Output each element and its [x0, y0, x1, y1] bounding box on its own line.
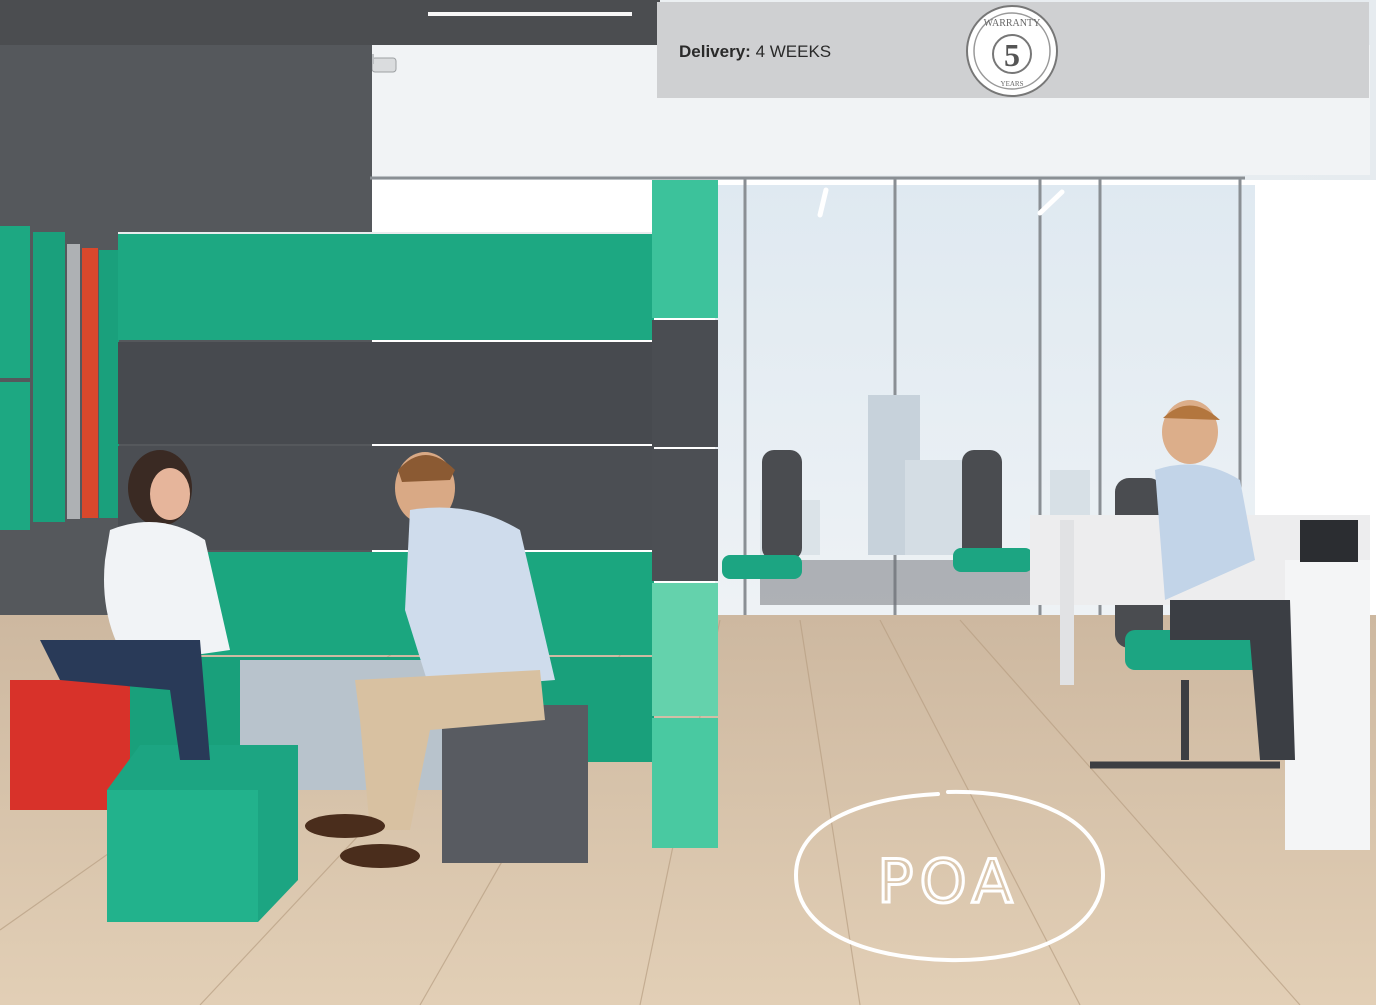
office-photo	[0, 0, 1376, 1005]
warranty-top-text: WARRANTY	[984, 18, 1041, 29]
warranty-badge-icon: 5 WARRANTY YEARS	[966, 5, 1058, 97]
poa-price-stamp: POA	[793, 789, 1106, 963]
product-page: Delivery: 4 WEEKS 5 WARRANTY YEARS POA	[0, 0, 1376, 1005]
booth-side-panels	[652, 180, 718, 848]
wall-acoustic-panels	[0, 226, 119, 530]
delivery-value: 4 WEEKS	[755, 42, 832, 61]
info-bar: Delivery: 4 WEEKS 5 WARRANTY YEARS	[657, 2, 1369, 98]
poa-text: POA	[877, 847, 1018, 917]
ceiling-light-strip	[428, 12, 632, 16]
dark-ceiling-beam	[0, 0, 660, 45]
warranty-number: 5	[1004, 37, 1020, 73]
laptop	[1300, 520, 1358, 562]
delivery-label: Delivery:	[679, 42, 751, 61]
delivery-info: Delivery: 4 WEEKS	[679, 42, 831, 62]
warranty-bottom-text: YEARS	[1001, 80, 1024, 88]
